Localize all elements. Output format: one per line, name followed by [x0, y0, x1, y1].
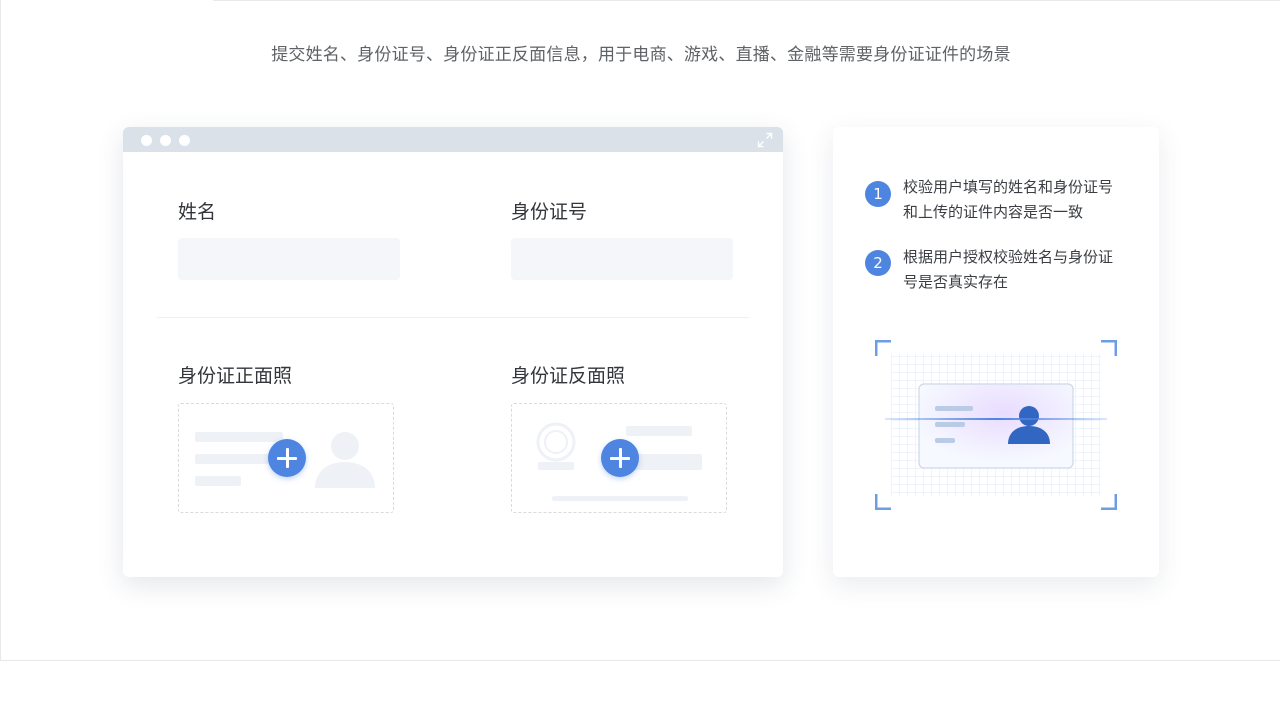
back-upload-plus-icon[interactable]	[601, 439, 639, 477]
id-number-input[interactable]	[511, 238, 733, 280]
window-dot-1	[141, 135, 152, 146]
window-dot-2	[160, 135, 171, 146]
placeholder-line	[626, 426, 692, 436]
page-subtitle: 提交姓名、身份证号、身份证正反面信息，用于电商、游戏、直播、金融等需要身份证证件…	[271, 45, 1011, 65]
window-titlebar	[123, 127, 783, 152]
id-number-label: 身份证号	[511, 201, 588, 223]
step-1-text: 校验用户填写的姓名和身份证号和上传的证件内容是否一致	[903, 178, 1114, 221]
front-upload-plus-icon[interactable]	[268, 439, 306, 477]
placeholder-line	[552, 496, 688, 501]
name-label: 姓名	[178, 201, 217, 223]
step-2-badge: 2	[865, 250, 891, 276]
step-1-badge: 1	[865, 181, 891, 207]
name-input[interactable]	[178, 238, 400, 280]
id-card-scan-icon	[875, 340, 1117, 510]
form-divider	[157, 317, 749, 318]
person-icon	[315, 432, 375, 488]
verification-info-card: 1 校验用户填写的姓名和身份证号和上传的证件内容是否一致 2 根据用户授权校验姓…	[833, 127, 1159, 577]
placeholder-line	[195, 476, 241, 486]
front-photo-upload[interactable]	[178, 403, 394, 513]
window-dot-3	[179, 135, 190, 146]
top-divider	[213, 0, 1280, 1]
back-photo-label: 身份证反面照	[511, 365, 626, 387]
emblem-icon	[536, 422, 576, 470]
expand-icon[interactable]	[757, 132, 773, 148]
step-2-text: 根据用户授权校验姓名与身份证号是否真实存在	[903, 248, 1114, 291]
placeholder-line	[195, 432, 283, 442]
front-photo-label: 身份证正面照	[178, 365, 293, 387]
content-panel: 提交姓名、身份证号、身份证正反面信息，用于电商、游戏、直播、金融等需要身份证证件…	[0, 0, 1280, 661]
back-photo-upload[interactable]	[511, 403, 727, 513]
form-window: 姓名 身份证号 身份证正面照 身份证反面照	[123, 127, 783, 577]
